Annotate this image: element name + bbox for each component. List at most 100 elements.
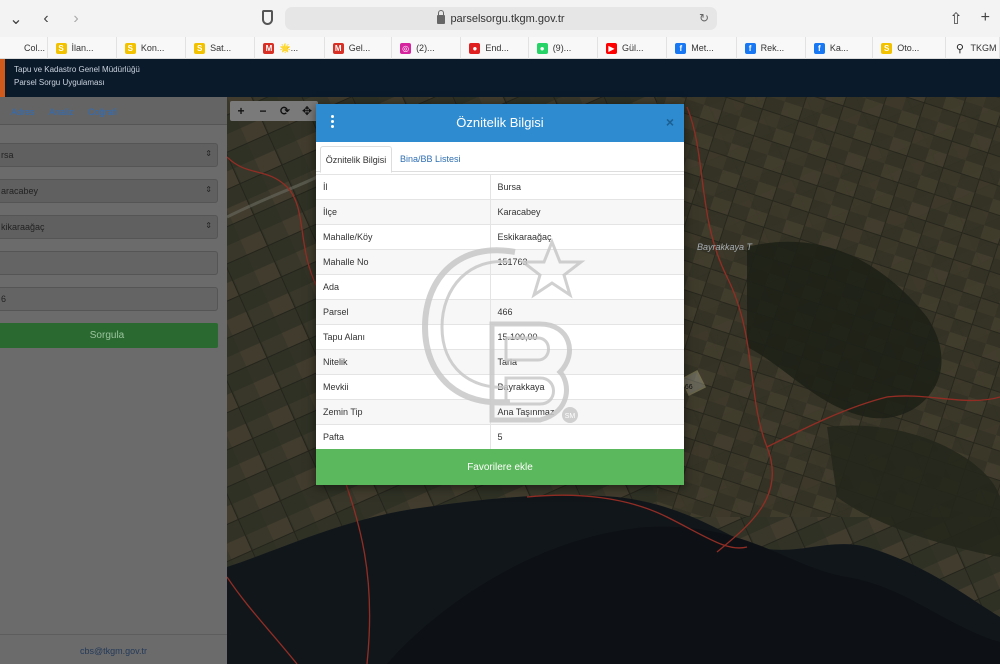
bookmark-favicon-icon: f xyxy=(675,42,687,54)
bookmark-label: Met... xyxy=(691,43,714,53)
header-accent xyxy=(0,59,5,97)
bookmark-item[interactable]: S Oto... xyxy=(873,37,947,59)
privacy-shield-icon[interactable] xyxy=(262,10,273,25)
bookmark-item[interactable]: M Gel... xyxy=(325,37,393,59)
attribute-key: Zemin Tip xyxy=(316,399,491,425)
bookmark-favicon-icon: S xyxy=(194,42,206,54)
bookmark-item[interactable]: S İlan... xyxy=(48,37,117,59)
app-name: Parsel Sorgu Uygulaması xyxy=(14,78,105,87)
tab-analiz[interactable]: Analiz xyxy=(49,107,74,117)
add-favorite-button[interactable]: Favorilere ekle xyxy=(316,449,684,485)
bookmark-favicon-icon: M xyxy=(332,42,344,54)
lock-icon xyxy=(437,10,446,24)
bookmark-item[interactable]: f Ka... xyxy=(806,37,874,59)
bookmark-item[interactable]: S Kon... xyxy=(117,37,187,59)
bookmark-favicon-icon: ● xyxy=(536,42,548,54)
bookmark-item[interactable]: ▶ Gül... xyxy=(598,37,668,59)
table-row: Mevkii Bayrakkaya xyxy=(316,374,684,400)
bookmark-label: Gül... xyxy=(621,43,644,53)
app-header: Tapu ve Kadastro Genel Müdürlüğü Parsel … xyxy=(0,59,1000,97)
attribute-modal: Öznitelik Bilgisi × Öznitelik Bilgisi Bi… xyxy=(316,104,684,485)
share-icon[interactable]: ⇧ xyxy=(949,9,962,29)
bookmark-favicon-icon: S xyxy=(124,42,136,54)
bookmark-label: End... xyxy=(485,43,509,53)
new-tab-icon[interactable]: + xyxy=(981,9,990,29)
bookmark-favicon-icon: f xyxy=(813,42,825,54)
bookmark-label: (9)... xyxy=(552,43,572,53)
bookmark-item[interactable]: f Rek... xyxy=(737,37,806,59)
table-row: İlçe Karacabey xyxy=(316,199,684,225)
bookmark-label: Ka... xyxy=(829,43,849,53)
attribute-key: İl xyxy=(316,174,491,200)
tab-adres[interactable]: Adres xyxy=(11,107,35,117)
pan-icon[interactable]: ✥ xyxy=(296,101,318,121)
bookmark-item[interactable]: ◎ (2)... xyxy=(392,37,462,59)
table-row: Ada xyxy=(316,274,684,300)
attribute-key: Tapu Alanı xyxy=(316,324,491,350)
bookmark-item[interactable]: S Sat... xyxy=(186,37,256,59)
table-row: Zemin Tip Ana Taşınmaz xyxy=(316,399,684,425)
forward-icon[interactable]: › xyxy=(68,10,84,28)
province-value: rsa xyxy=(1,150,14,160)
attribute-value: Eskikaraağaç xyxy=(490,224,684,250)
table-row: Pafta 5 xyxy=(316,424,684,450)
bookmark-item[interactable]: ● (9)... xyxy=(529,37,598,59)
close-icon[interactable]: × xyxy=(666,114,674,130)
select-arrows-icon: ⇕ xyxy=(205,185,212,194)
bookmark-favicon-icon: ▶ xyxy=(605,42,617,54)
tab-overview-chevron-icon[interactable]: ⌄ xyxy=(8,9,24,29)
attribute-value: 15.100,00 xyxy=(490,324,684,350)
bookmark-favicon-icon: S xyxy=(55,42,67,54)
province-select[interactable]: rsa ⇕ xyxy=(0,143,218,167)
query-button[interactable]: Sorgula xyxy=(0,323,218,348)
table-row: Tapu Alanı 15.100,00 xyxy=(316,324,684,350)
attribute-key: Nitelik xyxy=(316,349,491,375)
refresh-icon[interactable]: ⟳ xyxy=(274,101,296,121)
url-text: parselsorgu.tkgm.gov.tr xyxy=(450,12,565,25)
attribute-value: Tarla xyxy=(490,349,684,375)
back-icon[interactable]: ‹ xyxy=(38,10,54,28)
query-tabs: Adres Analiz Coğrafi xyxy=(0,97,227,125)
zoom-in-icon[interactable]: + xyxy=(230,101,252,121)
zoom-out-icon[interactable]: − xyxy=(252,101,274,121)
bookmark-label: Col... xyxy=(24,43,46,53)
tab-attribute-info[interactable]: Öznitelik Bilgisi xyxy=(320,146,392,173)
attribute-key: Ada xyxy=(316,274,491,300)
address-bar[interactable]: parselsorgu.tkgm.gov.tr ↻ xyxy=(285,7,717,30)
district-select[interactable]: aracabey ⇕ xyxy=(0,179,218,203)
attribute-key: İlçe xyxy=(316,199,491,225)
attribute-value: 466 xyxy=(490,299,684,325)
select-arrows-icon: ⇕ xyxy=(205,221,212,230)
block-input[interactable] xyxy=(0,251,218,275)
table-row: Parsel 466 xyxy=(316,299,684,325)
browser-toolbar: ⌄ ‹ › parselsorgu.tkgm.gov.tr ↻ ⇧ + xyxy=(0,0,1000,37)
neighborhood-select[interactable]: kikaraağaç ⇕ xyxy=(0,215,218,239)
reload-icon[interactable]: ↻ xyxy=(699,11,709,25)
bookmark-label: Oto... xyxy=(897,43,920,53)
bookmark-favicon-icon xyxy=(8,43,19,54)
attribute-value xyxy=(490,274,684,300)
attribute-value: Bayrakkaya xyxy=(490,374,684,400)
agency-name: Tapu ve Kadastro Genel Müdürlüğü xyxy=(14,65,140,74)
contact-email[interactable]: cbs@tkgm.gov.tr xyxy=(0,634,227,664)
parcel-input[interactable]: 6 xyxy=(0,287,218,311)
bookmark-label: Kon... xyxy=(140,43,165,53)
neighborhood-value: kikaraağaç xyxy=(1,222,45,232)
table-row: İl Bursa xyxy=(316,174,684,200)
map-tools: + − ⟳ ✥ xyxy=(230,101,318,121)
bookmark-item[interactable]: Col... xyxy=(0,37,48,59)
tab-cografi[interactable]: Coğrafi xyxy=(88,107,117,117)
bookmark-item[interactable]: ⚲ TKGM xyxy=(946,37,1000,59)
bookmark-favicon-icon: ● xyxy=(469,42,481,54)
modal-header: Öznitelik Bilgisi × xyxy=(316,104,684,142)
bookmark-item[interactable]: f Met... xyxy=(667,37,737,59)
bookmark-item[interactable]: M 🌟... xyxy=(255,37,325,59)
attribute-key: Mahalle/Köy xyxy=(316,224,491,250)
bookmark-favicon-icon: ⚲ xyxy=(955,42,964,55)
attribute-value: 5 xyxy=(490,424,684,450)
bookmark-label: 🌟... xyxy=(279,42,299,53)
attribute-key: Parsel xyxy=(316,299,491,325)
bookmark-item[interactable]: ● End... xyxy=(461,37,529,59)
attribute-value: Bursa xyxy=(490,174,684,200)
tab-building-list[interactable]: Bina/BB Listesi xyxy=(400,154,461,164)
